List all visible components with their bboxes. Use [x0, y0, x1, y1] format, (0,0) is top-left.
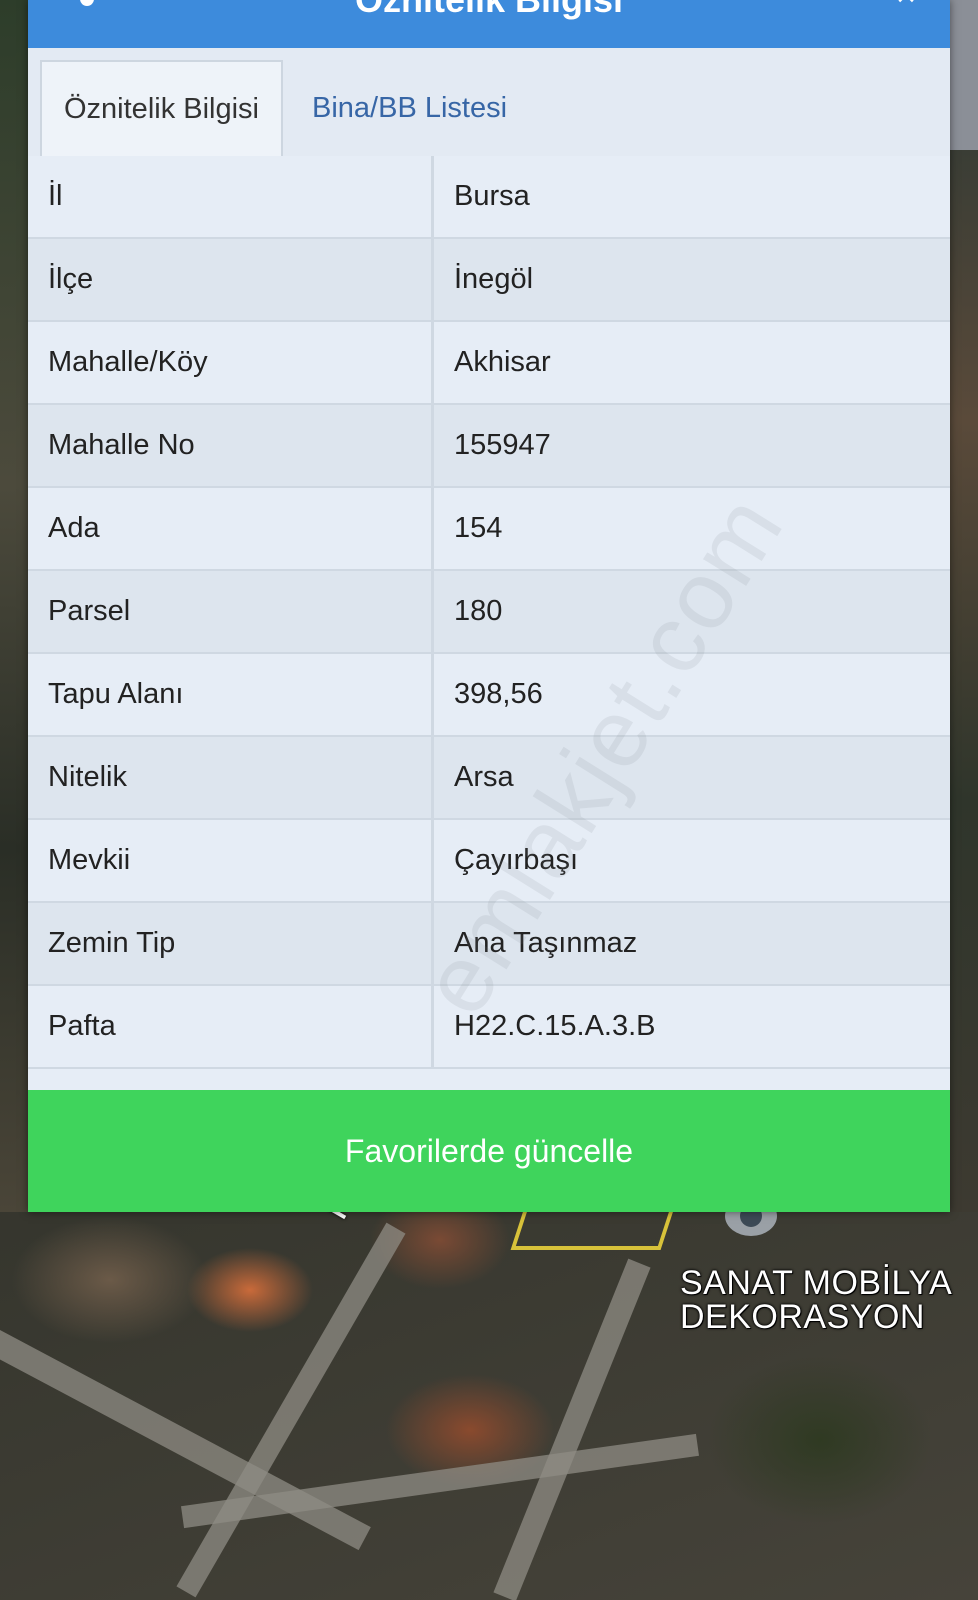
attribute-table: İl Bursa İlçe İnegöl Mahalle/Köy Akhisar… [28, 156, 950, 1069]
table-row: Nitelik Arsa [28, 737, 950, 820]
attribute-value: 155947 [454, 429, 551, 461]
attribute-key: İl [28, 156, 434, 237]
poi-label[interactable]: SANAT MOBİLYA DEKORASYON [680, 1266, 952, 1334]
table-row: Pafta H22.C.15.A.3.B [28, 986, 950, 1069]
attribute-value: İnegöl [454, 263, 534, 295]
attribute-value: Akhisar [454, 346, 551, 378]
update-favorites-button[interactable]: Favorilerde güncelle [28, 1090, 950, 1212]
table-row: Mevkii Çayırbaşı [28, 820, 950, 903]
tab-building-list[interactable]: Bina/BB Listesi [310, 60, 507, 156]
table-row: Ada 154 [28, 488, 950, 571]
attribute-key: Tapu Alanı [28, 654, 434, 735]
table-row: Parsel 180 [28, 571, 950, 654]
table-row: İlçe İnegöl [28, 239, 950, 322]
tab-attribute-info[interactable]: Öznitelik Bilgisi [40, 60, 283, 156]
attribute-key: Pafta [28, 986, 434, 1067]
tab-bar: Öznitelik Bilgisi Bina/BB Listesi [28, 48, 950, 158]
dialog-title: Öznitelik Bilgisi [28, 0, 950, 22]
attribute-key: İlçe [28, 239, 434, 320]
map-edge-right [950, 0, 978, 1212]
attribute-info-dialog: Öznitelik Bilgisi × Öznitelik Bilgisi Bi… [28, 0, 950, 1212]
table-row: İl Bursa [28, 156, 950, 239]
attribute-value: 398,56 [454, 678, 543, 710]
attribute-key: Parsel [28, 571, 434, 652]
attribute-value: Çayırbaşı [454, 844, 579, 876]
attribute-value: H22.C.15.A.3.B [454, 1010, 656, 1042]
table-row: Zemin Tip Ana Taşınmaz [28, 903, 950, 986]
attribute-key: Mahalle No [28, 405, 434, 486]
attribute-value: 154 [454, 512, 503, 544]
table-row: Tapu Alanı 398,56 [28, 654, 950, 737]
attribute-key: Nitelik [28, 737, 434, 818]
attribute-key: Mahalle/Köy [28, 322, 434, 403]
attribute-value: 180 [454, 595, 503, 627]
attribute-value: Ana Taşınmaz [454, 927, 638, 959]
poi-name-line2: DEKORASYON [680, 1298, 925, 1336]
table-row: Mahalle/Köy Akhisar [28, 322, 950, 405]
map-edge-left [0, 0, 28, 1212]
close-icon[interactable]: × [896, 0, 916, 12]
poi-name-line1: SANAT MOBİLYA [680, 1264, 953, 1302]
attribute-value: Arsa [454, 761, 514, 793]
attribute-value: Bursa [454, 180, 530, 212]
attribute-key: Zemin Tip [28, 903, 434, 984]
dialog-titlebar: Öznitelik Bilgisi × [28, 0, 950, 48]
attribute-key: Ada [28, 488, 434, 569]
table-row: Mahalle No 155947 [28, 405, 950, 488]
attribute-key: Mevkii [28, 820, 434, 901]
